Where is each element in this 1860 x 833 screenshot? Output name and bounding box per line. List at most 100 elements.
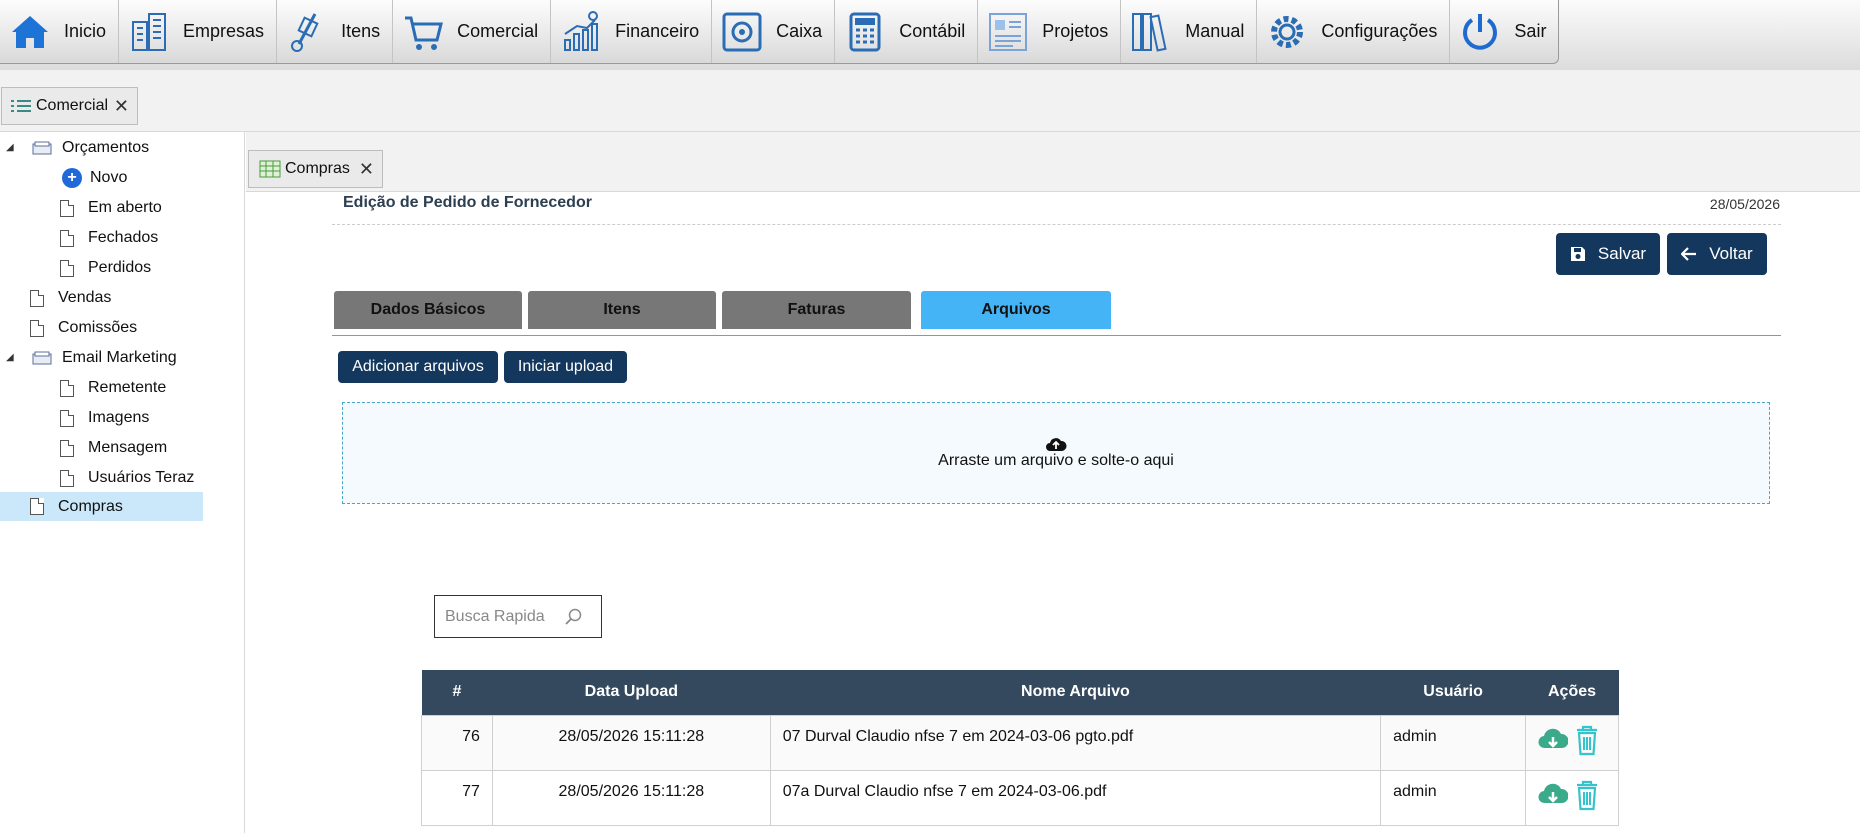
plus-circle-icon: + [62,168,82,188]
sidebar-item-perdidos[interactable]: Perdidos [60,254,151,282]
document-icon [60,229,74,247]
buildings-icon [132,12,167,51]
nav-manual[interactable]: Manual [1121,0,1258,63]
finance-chart-icon [564,10,599,51]
document-icon [60,259,74,277]
document-tab-strip: Compras ✕ [246,132,1860,192]
nav-financeiro[interactable]: Financeiro [551,0,713,63]
module-tab-strip: Comercial ✕ [0,70,1860,132]
main-menu: Inicio Empresas Itens Comercial Financei… [0,0,1560,64]
cell-filename: 07 Durval Claudio nfse 7 em 2024-03-06 p… [769,714,1382,771]
expand-toggle-icon[interactable]: ◢ [6,142,16,153]
sidebar-item-remetente[interactable]: Remetente [60,374,166,402]
tab-faturas[interactable]: Faturas [722,291,911,329]
sidebar-item-compras[interactable]: Compras [0,492,203,521]
add-files-button[interactable]: Adicionar arquivos [338,351,498,383]
nav-configuracoes[interactable]: Configurações [1257,0,1451,63]
document-icon [60,199,74,217]
save-button[interactable]: Salvar [1556,233,1660,275]
safe-icon [722,12,762,51]
title-divider [332,224,1781,225]
top-navigation-bar: Inicio Empresas Itens Comercial Financei… [0,0,1860,70]
table-header-row: # Data Upload Nome Arquivo Usuário Ações [421,670,1619,715]
sidebar-item-usuarios-teraz[interactable]: Usuários Teraz [60,464,194,492]
nav-caixa[interactable]: Caixa [712,0,836,63]
column-header-user[interactable]: Usuário [1380,670,1526,715]
sidebar-item-mensagem[interactable]: Mensagem [60,434,167,462]
tab-arquivos[interactable]: Arquivos [921,291,1111,329]
cloud-download-icon[interactable] [1538,724,1569,756]
cell-number: 76 [421,714,493,771]
column-header-number[interactable]: # [421,670,493,715]
tab-dados-basicos[interactable]: Dados Básicos [334,291,522,329]
binders-icon [1132,12,1167,52]
nav-empresas[interactable]: Empresas [119,0,278,63]
sidebar-item-email-marketing[interactable]: ◢ Email Marketing [6,344,177,372]
home-icon [12,15,48,48]
cell-user: admin [1380,769,1527,826]
nav-contabil[interactable]: Contábil [835,0,979,63]
cloud-download-icon[interactable] [1538,779,1569,811]
close-icon[interactable]: ✕ [359,159,374,180]
page-title: Edição de Pedido de Fornecedor [343,194,592,211]
files-table: # Data Upload Nome Arquivo Usuário Ações… [421,670,1619,826]
tab-comercial[interactable]: Comercial ✕ [1,87,138,125]
shopping-cart-icon [405,16,444,50]
close-icon[interactable]: ✕ [114,96,129,117]
quick-search[interactable] [434,595,602,638]
search-icon[interactable] [565,608,583,626]
expand-toggle-icon[interactable]: ◢ [6,352,16,363]
column-header-date[interactable]: Data Upload [492,670,771,715]
nav-itens[interactable]: Itens [277,0,394,63]
sidebar-item-em-aberto[interactable]: Em aberto [60,194,162,222]
page-date: 28/05/2026 [1709,196,1780,212]
tab-underline [332,335,1781,336]
main-content: Compras ✕ Edição de Pedido de Fornecedor… [246,132,1860,833]
table-row: 76 28/05/2026 15:11:28 07 Durval Claudio… [421,714,1619,771]
document-icon [60,469,74,487]
cell-actions [1525,769,1619,826]
nav-comercial[interactable]: Comercial [393,0,552,63]
list-icon [11,100,31,112]
nav-inicio[interactable]: Inicio [0,0,120,63]
start-upload-button[interactable]: Iniciar upload [504,351,627,383]
hand-truck-icon [291,12,319,52]
folder-icon [32,141,52,155]
floppy-disk-icon [1570,247,1585,261]
cell-filename: 07a Durval Claudio nfse 7 em 2024-03-06.… [769,769,1382,826]
folder-icon [32,351,52,365]
nav-projetos[interactable]: Projetos [978,0,1122,63]
cell-user: admin [1380,714,1527,771]
cloud-upload-icon [1046,438,1067,451]
arrow-left-icon [1681,247,1697,261]
tab-compras[interactable]: Compras ✕ [248,150,383,188]
tab-itens[interactable]: Itens [528,291,716,329]
back-button[interactable]: Voltar [1667,233,1767,275]
cell-actions [1525,714,1619,771]
file-dropzone[interactable]: Arraste um arquivo e solte-o aqui [342,402,1770,504]
sidebar-item-imagens[interactable]: Imagens [60,404,149,432]
power-icon [1463,13,1498,50]
sidebar-item-vendas[interactable]: Vendas [30,284,111,312]
document-icon [30,289,44,307]
sidebar-item-comissoes[interactable]: Comissões [30,314,137,342]
cell-number: 77 [421,769,493,826]
trash-icon[interactable] [1572,724,1602,756]
document-icon [30,498,44,515]
search-input[interactable] [445,607,565,626]
table-row: 77 28/05/2026 15:11:28 07a Durval Claudi… [421,769,1619,826]
sidebar-item-fechados[interactable]: Fechados [60,224,158,252]
projects-board-icon [989,12,1028,51]
dropzone-text: Arraste um arquivo e solte-o aqui [938,452,1174,469]
trash-icon[interactable] [1572,779,1602,811]
column-header-filename[interactable]: Nome Arquivo [770,670,1381,715]
document-icon [60,409,74,427]
document-icon [60,379,74,397]
nav-sair[interactable]: Sair [1450,0,1558,63]
cell-date: 28/05/2026 15:11:28 [491,714,771,771]
document-icon [30,319,44,337]
sidebar-tree: ◢ Orçamentos + Novo Em aberto Fechados P… [0,132,245,833]
sidebar-item-orcamentos[interactable]: ◢ Orçamentos [6,134,149,162]
spreadsheet-icon [259,160,281,178]
sidebar-item-novo[interactable]: + Novo [62,164,127,192]
